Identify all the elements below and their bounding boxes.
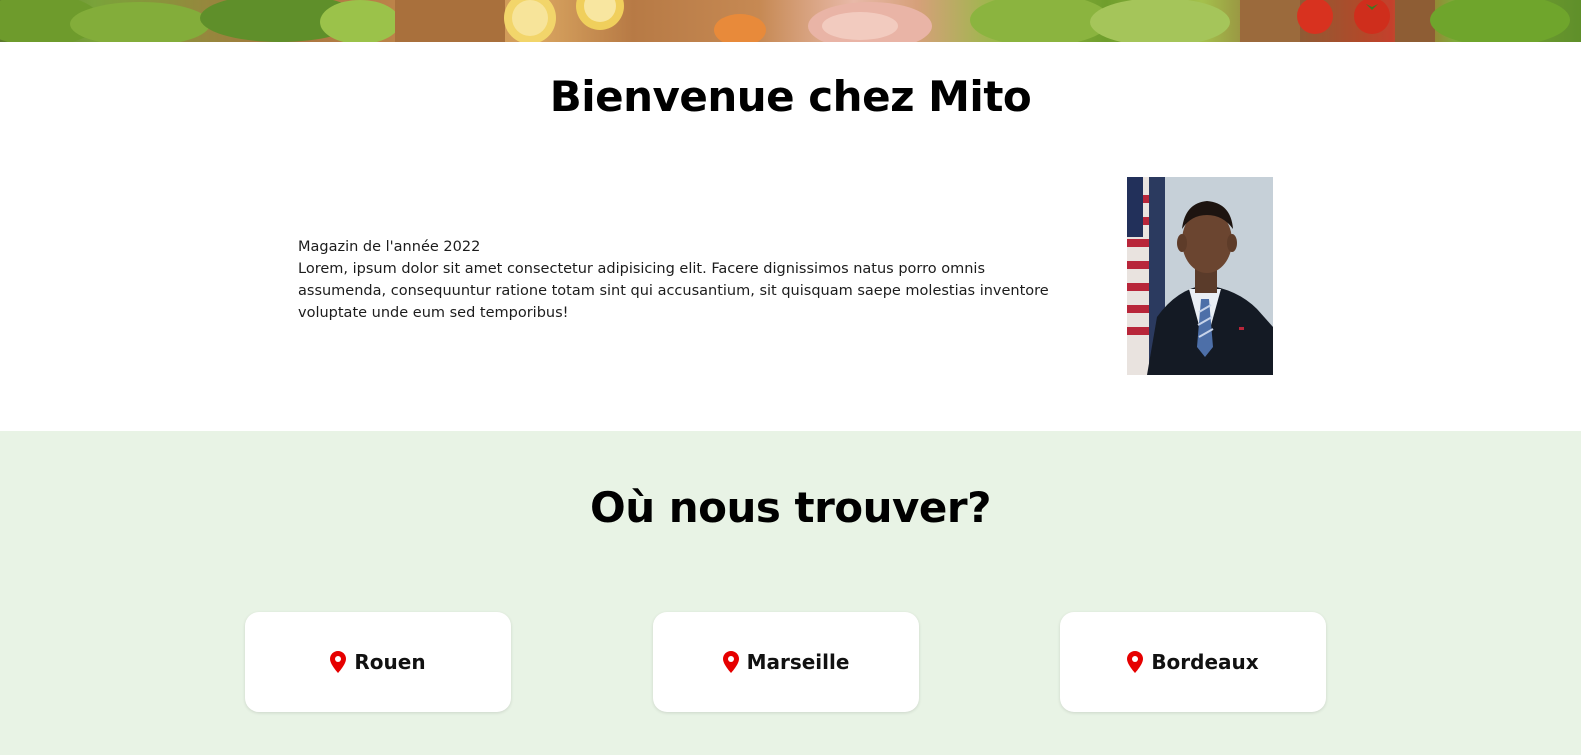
locations-title: Où nous trouver? — [590, 483, 992, 532]
banner-food-illustration — [0, 0, 1570, 42]
map-pin-icon — [330, 651, 347, 673]
location-city-name: Rouen — [354, 650, 426, 674]
portrait-photo — [1127, 177, 1273, 375]
location-city-name: Marseille — [746, 650, 850, 674]
location-city-name: Bordeaux — [1151, 650, 1259, 674]
header-banner-image — [0, 0, 1581, 42]
welcome-section: Bienvenue chez Mito Magazin de l'année 2… — [0, 42, 1581, 431]
locations-section: Où nous trouver? Rouen Marseille Bordeau… — [0, 431, 1581, 755]
location-card-rouen[interactable]: Rouen — [245, 612, 511, 712]
intro-heading: Magazin de l'année 2022 — [298, 239, 481, 255]
page-title: Bienvenue chez Mito — [549, 72, 1032, 121]
intro-paragraph: Lorem, ipsum dolor sit amet consectetur … — [298, 261, 1049, 321]
map-pin-icon — [1127, 651, 1144, 673]
location-card-bordeaux[interactable]: Bordeaux — [1060, 612, 1326, 712]
location-card-marseille[interactable]: Marseille — [653, 612, 919, 712]
intro-text-block: Magazin de l'année 2022 Lorem, ipsum dol… — [298, 236, 1068, 324]
map-pin-icon — [722, 651, 739, 673]
